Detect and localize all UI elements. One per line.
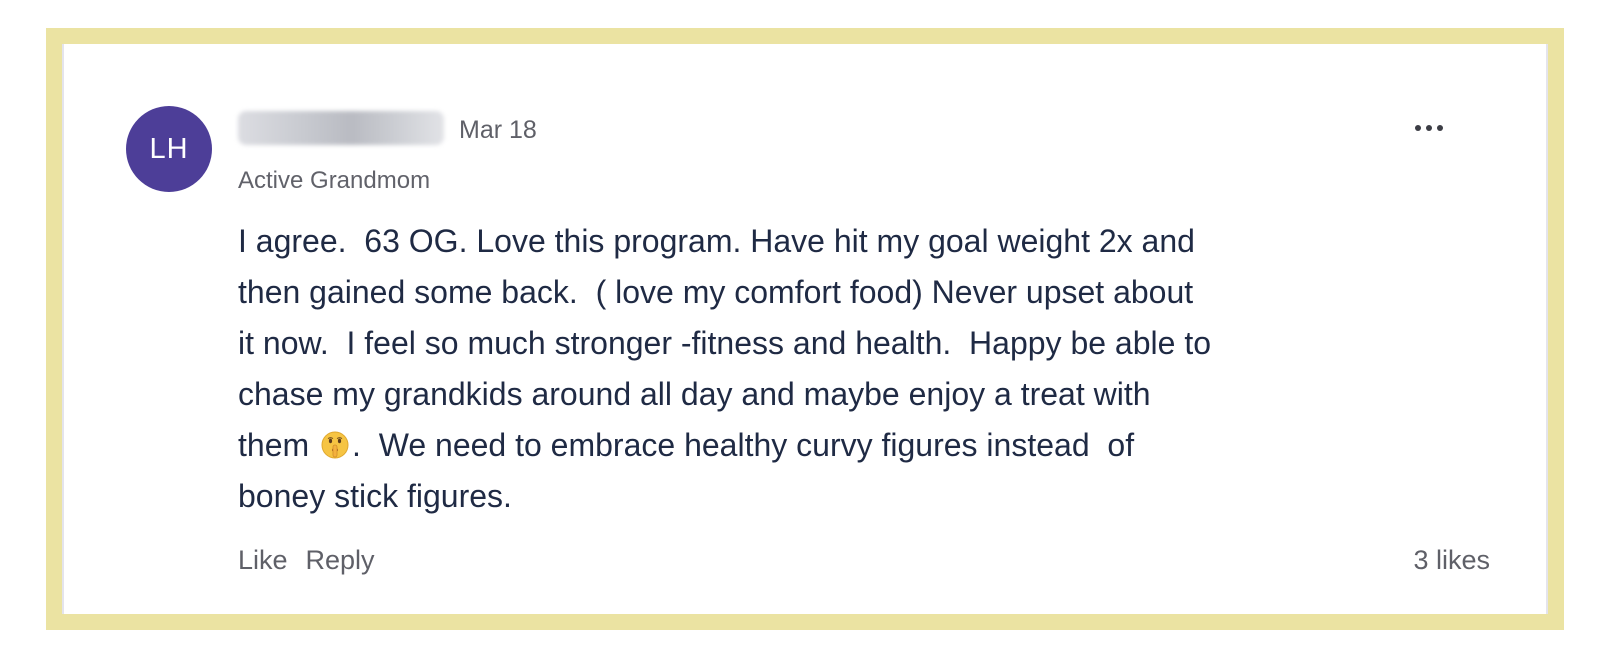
like-button[interactable]: Like — [238, 542, 288, 578]
comment-body-text-part-2: . We need to embrace healthy curvy figur… — [238, 427, 1135, 514]
comment-actions: Like Reply — [238, 542, 375, 578]
avatar-initials: LH — [149, 132, 189, 165]
comment-body: I agree. 63 OG. Love this program. Have … — [238, 216, 1378, 522]
more-options-button[interactable] — [1404, 108, 1454, 148]
avatar[interactable]: LH — [126, 106, 212, 192]
highlight-frame: LH Mar 18 Active Grandmom I agree. 63 OG… — [46, 28, 1564, 630]
comment-card: LH Mar 18 Active Grandmom I agree. 63 OG… — [62, 44, 1548, 614]
more-horizontal-icon — [1415, 125, 1443, 131]
likes-count[interactable]: 3 likes — [1413, 542, 1490, 578]
shushing-face-emoji — [321, 431, 349, 459]
redacted-username — [238, 111, 444, 145]
reply-button[interactable]: Reply — [306, 542, 375, 578]
post-date: Mar 18 — [459, 116, 537, 144]
author-badge: Active Grandmom — [238, 167, 431, 194]
